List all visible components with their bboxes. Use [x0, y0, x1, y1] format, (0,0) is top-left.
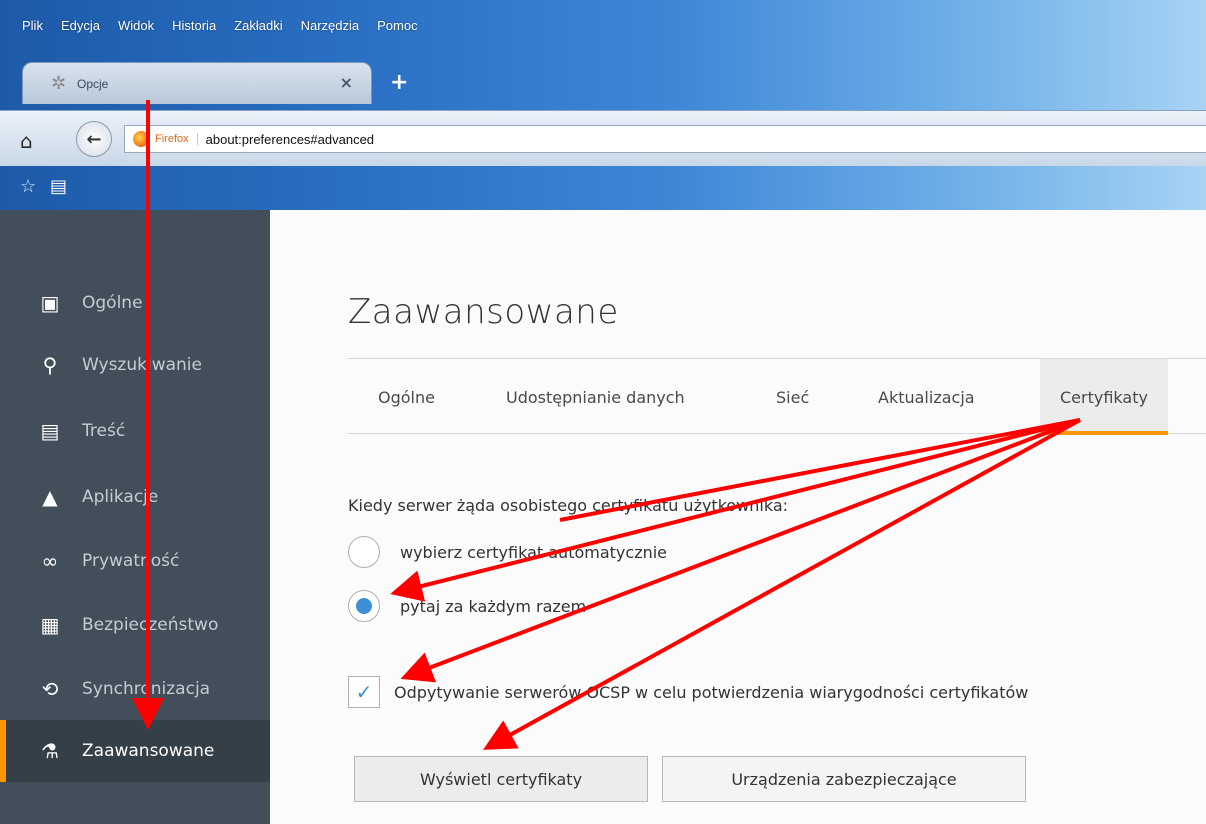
radio-auto[interactable] — [348, 536, 380, 568]
ocsp-checkbox[interactable]: ✓ — [348, 676, 380, 708]
sidebar-item-search[interactable]: ⚲ Wyszukiwanie — [0, 334, 270, 396]
cert-question-label: Kiedy serwer żąda osobistego certyfikatu… — [348, 496, 789, 515]
menu-widok[interactable]: Widok — [110, 0, 164, 52]
arrow-left-icon: ← — [86, 128, 102, 150]
general-icon: ▣ — [40, 291, 60, 315]
sidebar-item-privacy[interactable]: ∞ Prywatność — [0, 530, 270, 592]
url-input[interactable] — [205, 131, 1106, 147]
sidebar-item-security[interactable]: ▦ Bezpieczeństwo — [0, 594, 270, 656]
content-icon: ▤ — [40, 419, 60, 443]
search-icon: ⚲ — [42, 353, 58, 377]
tab-data-sharing[interactable]: Udostępnianie danych — [506, 359, 685, 433]
sidebar-item-content[interactable]: ▤ Treść — [0, 400, 270, 462]
bookmarks-bar: ☆ ▤ — [0, 166, 1206, 210]
sidebar-item-label: Wyszukiwanie — [82, 355, 202, 375]
home-icon[interactable]: ⌂ — [20, 129, 33, 153]
tab-close-button[interactable]: × — [340, 73, 353, 92]
applications-icon: ▲ — [42, 485, 58, 509]
radio-row-ask[interactable]: pytaj za każdym razem — [348, 590, 586, 622]
sidebar-item-label: Treść — [82, 421, 126, 441]
menu-bar: Plik Edycja Widok Historia Zakładki Narz… — [0, 0, 1206, 52]
preferences-content: Zaawansowane Ogólne Udostępnianie danych… — [270, 210, 1206, 824]
security-lock-icon: ▦ — [40, 613, 60, 637]
reading-list-icon[interactable]: ▤ — [50, 176, 67, 197]
back-button[interactable]: ← — [76, 121, 112, 157]
sidebar-item-label: Synchronizacja — [82, 679, 211, 699]
page-title: Zaawansowane — [348, 292, 619, 332]
identity-label[interactable]: Firefox — [155, 133, 198, 145]
preferences-sidebar: ▣ Ogólne ⚲ Wyszukiwanie ▤ Treść ▲ Aplika… — [0, 210, 270, 824]
menu-pomoc[interactable]: Pomoc — [369, 0, 427, 52]
tab-opcje[interactable]: ✲ Opcje × — [22, 62, 372, 104]
security-devices-button[interactable]: Urządzenia zabezpieczające — [662, 756, 1026, 802]
firefox-icon — [133, 131, 149, 147]
advanced-icon: ⚗ — [41, 739, 59, 763]
sidebar-item-label: Zaawansowane — [82, 741, 215, 761]
tab-certificates[interactable]: Certyfikaty — [1040, 359, 1168, 435]
menu-edycja[interactable]: Edycja — [53, 0, 110, 52]
star-icon[interactable]: ☆ — [20, 176, 36, 197]
sidebar-item-label: Aplikacje — [82, 487, 159, 507]
radio-ask-label: pytaj za każdym razem — [400, 596, 587, 616]
radio-ask[interactable] — [348, 590, 380, 622]
new-tab-button[interactable]: + — [390, 70, 408, 95]
radio-auto-label: wybierz certyfikat automatycznie — [400, 542, 668, 562]
sidebar-item-general[interactable]: ▣ Ogólne — [0, 272, 270, 334]
sidebar-item-sync[interactable]: ⟲ Synchronizacja — [0, 658, 270, 720]
menu-plik[interactable]: Plik — [14, 0, 53, 52]
advanced-subtabs: Ogólne Udostępnianie danych Sieć Aktuali… — [348, 358, 1206, 435]
sidebar-item-label: Bezpieczeństwo — [82, 615, 219, 635]
url-bar[interactable]: Firefox — [124, 125, 1206, 153]
sync-icon: ⟲ — [41, 677, 59, 701]
view-certificates-button[interactable]: Wyświetl certyfikaty — [354, 756, 648, 802]
menu-narzedzia[interactable]: Narzędzia — [293, 0, 370, 52]
gear-icon: ✲ — [51, 72, 67, 94]
menu-zakladki[interactable]: Zakładki — [226, 0, 292, 52]
tab-update[interactable]: Aktualizacja — [878, 359, 975, 433]
navigation-bar: ⌂ ← Firefox — [0, 110, 1206, 166]
ocsp-label: Odpytywanie serwerów OCSP w celu potwier… — [394, 682, 1029, 702]
sidebar-item-applications[interactable]: ▲ Aplikacje — [0, 466, 270, 528]
tab-general[interactable]: Ogólne — [378, 359, 435, 433]
tab-network[interactable]: Sieć — [776, 359, 809, 433]
tab-title: Opcje — [77, 76, 109, 91]
check-icon: ✓ — [355, 680, 373, 704]
sidebar-item-label: Ogólne — [82, 293, 143, 313]
sidebar-item-advanced[interactable]: ⚗ Zaawansowane — [0, 720, 270, 782]
sidebar-item-label: Prywatność — [82, 551, 180, 571]
radio-row-auto[interactable]: wybierz certyfikat automatycznie — [348, 536, 667, 568]
radio-selected-dot — [356, 598, 372, 614]
browser-chrome: Plik Edycja Widok Historia Zakładki Narz… — [0, 0, 1206, 210]
menu-historia[interactable]: Historia — [164, 0, 226, 52]
ocsp-row[interactable]: ✓ Odpytywanie serwerów OCSP w celu potwi… — [348, 676, 1028, 708]
tab-strip: ✲ Opcje × + — [0, 52, 1206, 110]
privacy-mask-icon: ∞ — [41, 549, 59, 573]
